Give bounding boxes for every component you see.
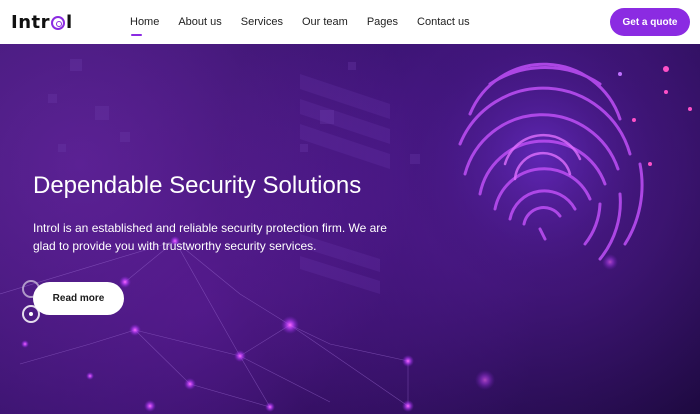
site-header: Intr l Home About us Services Our team Pa…: [0, 0, 700, 44]
nav-contact-us[interactable]: Contact us: [417, 16, 470, 28]
nav-our-team[interactable]: Our team: [302, 16, 348, 28]
logo-text-end: l: [66, 11, 73, 33]
nav-pages[interactable]: Pages: [367, 16, 398, 28]
read-more-button[interactable]: Read more: [33, 282, 124, 315]
logo[interactable]: Intr l: [11, 11, 73, 33]
slider-dot-icon[interactable]: [22, 280, 40, 298]
hero-title: Dependable Security Solutions: [33, 172, 362, 199]
nav-about-us[interactable]: About us: [178, 16, 221, 28]
nav-home[interactable]: Home: [130, 16, 159, 36]
network-lines: [0, 240, 409, 408]
nav-services[interactable]: Services: [241, 16, 283, 28]
hero-section: Dependable Security Solutions Introl is …: [0, 44, 700, 414]
hero-description: Introl is an established and reliable se…: [33, 221, 387, 253]
main-nav: Home About us Services Our team Pages Co…: [130, 0, 489, 44]
logo-text-start: Intr: [11, 11, 50, 33]
fingerprint-logo-icon: [51, 16, 65, 30]
get-a-quote-button[interactable]: Get a quote: [610, 8, 690, 36]
slider-dot-active-icon[interactable]: [22, 305, 40, 323]
